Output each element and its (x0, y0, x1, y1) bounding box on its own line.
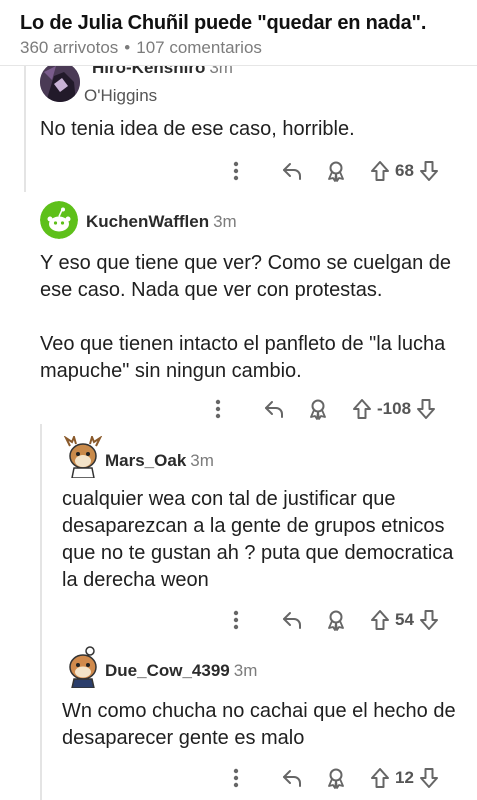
avatar[interactable] (62, 436, 104, 478)
vote-score: 54 (395, 610, 414, 629)
comment-paragraph: Veo que tienen intacto el panfleto de "l… (40, 333, 446, 382)
award-icon[interactable] (323, 607, 349, 633)
post-title: Lo de Julia Chuñil puede "quedar en nada… (20, 12, 427, 34)
post-header[interactable]: Lo de Julia Chuñil puede "quedar en nada… (0, 0, 477, 66)
downvote-icon[interactable] (416, 607, 442, 633)
upvote-icon[interactable] (349, 396, 375, 422)
username-text: Mars_Oak (105, 451, 187, 470)
reply-icon[interactable] (279, 607, 305, 633)
comment-paragraph: No tenia idea de ese caso, horrible. (40, 118, 355, 140)
reply-icon[interactable] (261, 396, 287, 422)
award-icon[interactable] (305, 396, 331, 422)
comment-body: cualquier wea con tal de justificar que … (62, 486, 467, 594)
upvote-icon[interactable] (367, 158, 393, 184)
username-text: KuchenWafflen (86, 212, 210, 231)
comment-actions: 68 (223, 158, 442, 184)
comment-body: Y eso que tiene que ver? Como se cuelgan… (40, 250, 460, 385)
avatar[interactable] (40, 201, 78, 239)
post-meta: 360 arrivotos • 107 comentarios (20, 38, 262, 58)
avatar[interactable] (62, 646, 104, 688)
avatar[interactable] (40, 62, 80, 102)
downvote-icon[interactable] (413, 396, 439, 422)
more-options-icon[interactable] (205, 396, 231, 422)
comment-paragraph: cualquier wea con tal de justificar que … (62, 488, 454, 591)
more-options-icon[interactable] (223, 765, 249, 791)
meta-separator: • (124, 38, 131, 57)
comment-body: Wn como chucha no cachai que el hecho de… (62, 698, 467, 752)
username[interactable]: Due_Cow_4399 3m (105, 661, 257, 681)
comment-actions: 54 (223, 607, 442, 633)
downvote-icon[interactable] (416, 765, 442, 791)
reply-icon[interactable] (279, 765, 305, 791)
reply-icon[interactable] (279, 158, 305, 184)
comment-actions: -108 (205, 396, 439, 422)
username-text: Due_Cow_4399 (105, 661, 230, 680)
award-icon[interactable] (323, 765, 349, 791)
upvote-icon[interactable] (367, 607, 393, 633)
comment-age: 3m (233, 661, 258, 680)
comment-body: No tenia idea de ese caso, horrible. (40, 116, 460, 143)
vote-score: 68 (395, 161, 414, 180)
comment-actions: 12 (223, 765, 442, 791)
award-icon[interactable] (323, 158, 349, 184)
username[interactable]: KuchenWafflen 3m (86, 212, 237, 232)
user-flair: O'Higgins (84, 86, 158, 105)
upvote-count: 360 arrivotos (20, 38, 119, 57)
vote-score: -108 (377, 399, 412, 418)
comment-age: 3m (190, 451, 214, 470)
comment-paragraph: Y eso que tiene que ver? Como se cuelgan… (40, 252, 452, 301)
upvote-icon[interactable] (367, 765, 393, 791)
more-options-icon[interactable] (223, 607, 249, 633)
comment-paragraph: Wn como chucha no cachai que el hecho de… (62, 700, 456, 749)
thread-line (40, 424, 42, 800)
comment-age: 3m (213, 212, 237, 231)
username[interactable]: Mars_Oak 3m (105, 451, 214, 471)
vote-score: 12 (395, 768, 414, 787)
more-options-icon[interactable] (223, 158, 249, 184)
thread-line (24, 66, 26, 192)
comment-count: 107 comentarios (136, 38, 262, 57)
downvote-icon[interactable] (416, 158, 442, 184)
